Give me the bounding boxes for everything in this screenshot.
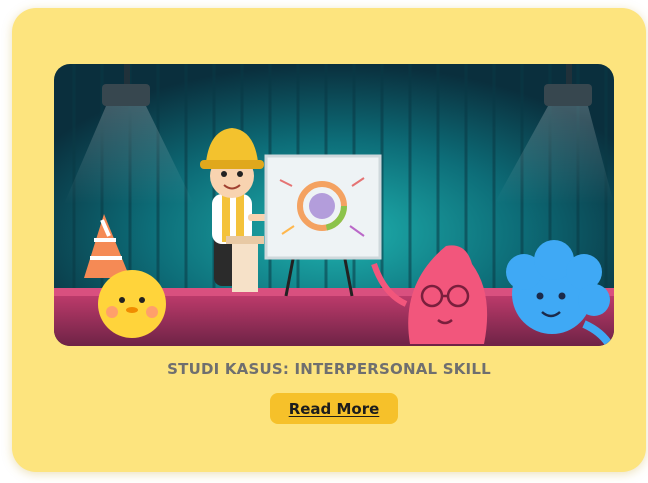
course-illustration: [54, 64, 614, 346]
course-card[interactable]: STUDI KASUS: INTERPERSONAL SKILL Read Mo…: [12, 8, 646, 472]
read-more-button[interactable]: Read More: [270, 393, 398, 424]
read-more-label[interactable]: Read More: [289, 400, 380, 418]
course-title: STUDI KASUS: INTERPERSONAL SKILL: [167, 360, 491, 378]
